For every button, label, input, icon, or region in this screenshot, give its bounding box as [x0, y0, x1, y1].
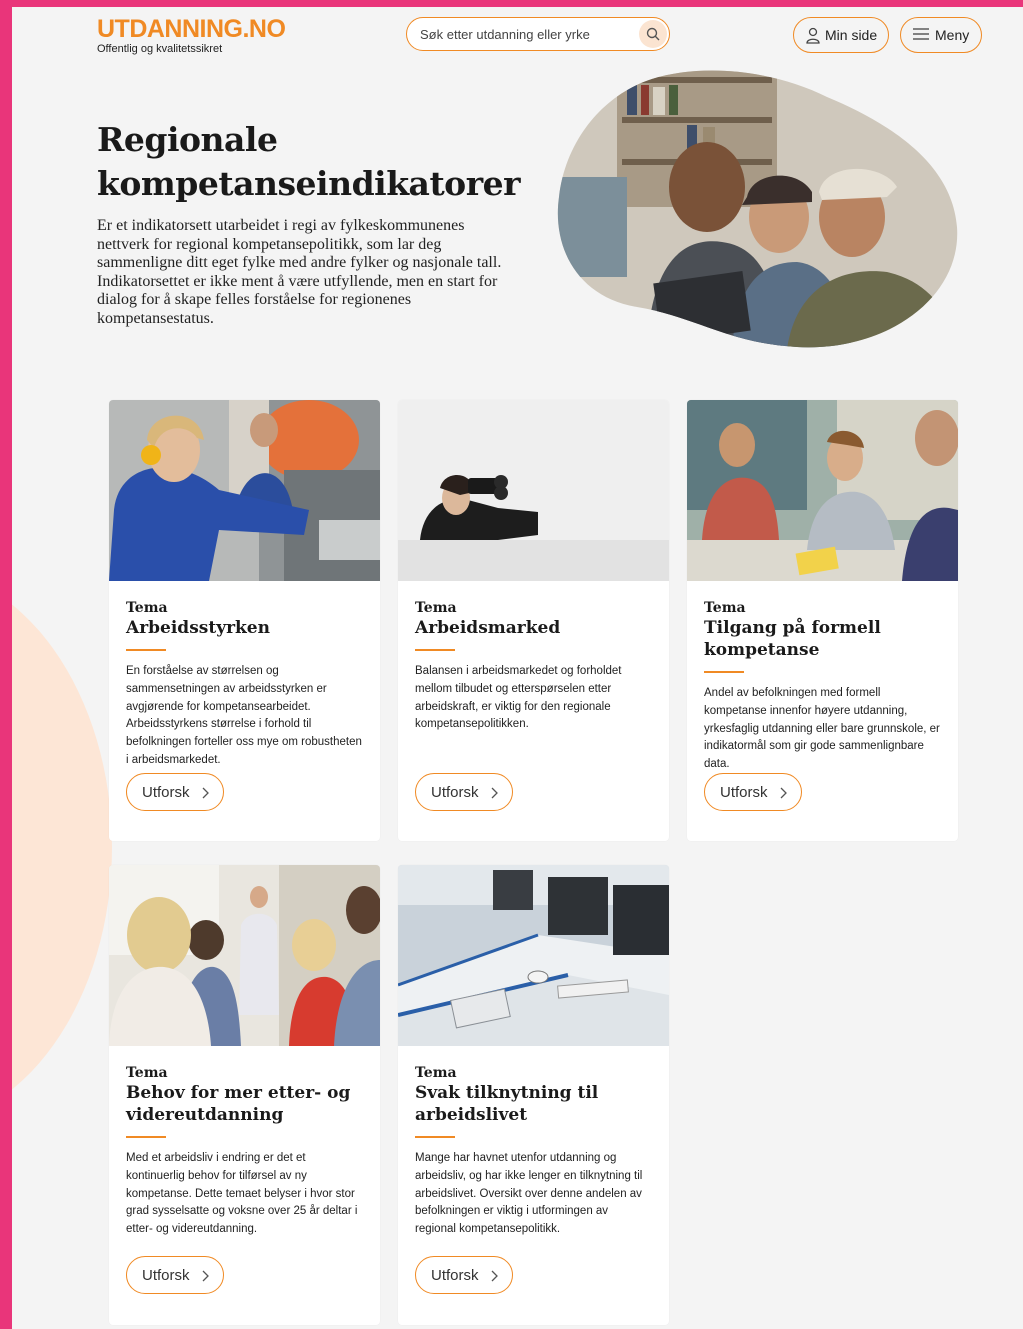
card-description: Mange har havnet utenfor utdanning og ar… — [415, 1152, 643, 1236]
card-divider — [415, 1136, 455, 1138]
utforsk-button[interactable]: Utforsk — [415, 1256, 513, 1294]
utforsk-label: Utforsk — [431, 784, 479, 801]
site-logo[interactable]: UTDANNING.NO Offentlig og kvalitetssikre… — [97, 15, 286, 55]
utforsk-button[interactable]: Utforsk — [704, 773, 802, 811]
card-image-binoculars — [398, 400, 669, 581]
card-title: Arbeidsmarked — [415, 618, 561, 638]
utforsk-label: Utforsk — [720, 784, 768, 801]
card-tag: Tema — [126, 1065, 168, 1081]
logo-tagline: Offentlig og kvalitetssikret — [97, 43, 223, 55]
chevron-right-icon — [491, 1270, 498, 1282]
card-description: Balansen i arbeidsmarkedet og forholdet … — [415, 665, 622, 731]
card-arbeidsmarked: Tema Arbeidsmarked Balansen i arbeidsmar… — [398, 400, 669, 841]
card-tag: Tema — [126, 600, 168, 616]
card-tag: Tema — [704, 600, 746, 616]
utforsk-label: Utforsk — [431, 1267, 479, 1284]
menu-label: Meny — [935, 27, 970, 43]
menu-button[interactable]: Meny — [900, 17, 982, 53]
card-description: En forståelse av størrelsen og sammenset… — [126, 665, 362, 766]
user-icon — [806, 27, 820, 44]
card-body: Tema Arbeidsstyrken En forståelse av stø… — [126, 600, 363, 770]
card-body: Tema Behov for mer etter- og videreutdan… — [126, 1065, 363, 1239]
page-title: Regionale kompetanseindikatorer — [97, 120, 520, 203]
card-body: Tema Tilgang på formell kompetanse Andel… — [704, 600, 941, 774]
card-title: Svak tilknytning til arbeidslivet — [415, 1083, 599, 1125]
logo-text: UTDANNING.NO — [97, 15, 286, 43]
utforsk-button[interactable]: Utforsk — [126, 773, 224, 811]
card-image-computer-lab — [398, 865, 669, 1046]
search-input[interactable]: Søk etter utdanning eller yrke — [406, 17, 670, 51]
chevron-right-icon — [202, 1270, 209, 1282]
card-description: Andel av befolkningen med formell kompet… — [704, 687, 940, 771]
card-arbeidsstyrken: Tema Arbeidsstyrken En forståelse av stø… — [109, 400, 380, 841]
search-button[interactable] — [639, 20, 667, 48]
chevron-right-icon — [780, 787, 787, 799]
search-placeholder: Søk etter utdanning eller yrke — [420, 27, 590, 42]
card-formell-kompetanse: Tema Tilgang på formell kompetanse Andel… — [687, 400, 958, 841]
utforsk-button[interactable]: Utforsk — [126, 1256, 224, 1294]
card-image-meeting — [687, 400, 958, 581]
card-description: Med et arbeidsliv i endring er det et ko… — [126, 1152, 358, 1236]
search-icon — [646, 27, 660, 41]
min-side-button[interactable]: Min side — [793, 17, 889, 53]
card-body: Tema Svak tilknytning til arbeidslivet M… — [415, 1065, 652, 1239]
decorative-circle — [12, 567, 112, 1127]
card-tag: Tema — [415, 600, 457, 616]
chevron-right-icon — [202, 787, 209, 799]
card-title: Tilgang på formell kompetanse — [704, 618, 881, 660]
card-etter-og-videreutdanning: Tema Behov for mer etter- og videreutdan… — [109, 865, 380, 1325]
card-body: Tema Arbeidsmarked Balansen i arbeidsmar… — [415, 600, 652, 734]
card-divider — [126, 1136, 166, 1138]
card-svak-tilknytning: Tema Svak tilknytning til arbeidslivet M… — [398, 865, 669, 1325]
chevron-right-icon — [491, 787, 498, 799]
utforsk-button[interactable]: Utforsk — [415, 773, 513, 811]
hamburger-icon — [913, 28, 929, 40]
page: UTDANNING.NO Offentlig og kvalitetssikre… — [12, 7, 1023, 1329]
hero-image — [557, 70, 958, 348]
utforsk-label: Utforsk — [142, 784, 190, 801]
card-title: Behov for mer etter- og videreutdanning — [126, 1083, 351, 1125]
card-divider — [126, 649, 166, 651]
card-title: Arbeidsstyrken — [126, 618, 270, 638]
utforsk-label: Utforsk — [142, 1267, 190, 1284]
hero-intro: Er et indikatorsett utarbeidet i regi av… — [97, 217, 502, 327]
card-tag: Tema — [415, 1065, 457, 1081]
card-image-welder — [109, 400, 380, 581]
card-divider — [415, 649, 455, 651]
card-image-classroom — [109, 865, 380, 1046]
min-side-label: Min side — [825, 27, 878, 43]
card-divider — [704, 671, 744, 673]
